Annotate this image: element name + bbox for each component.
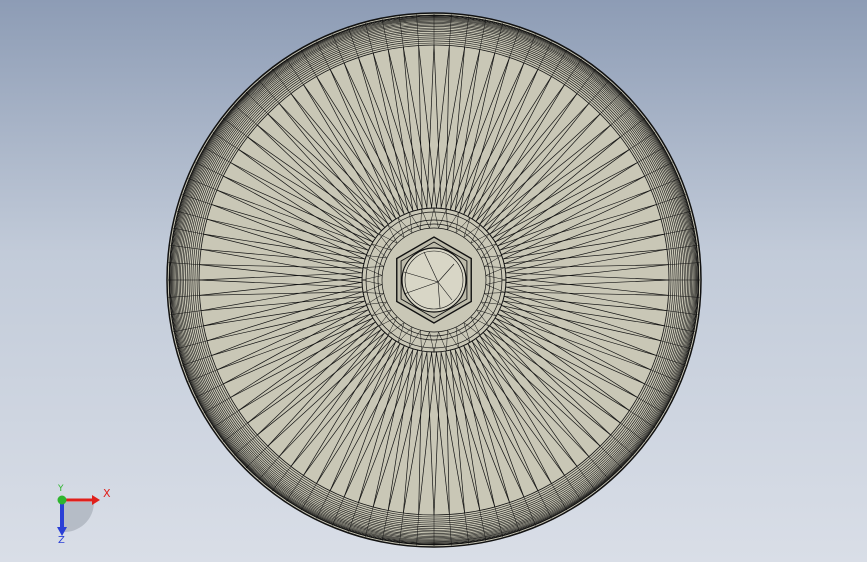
y-axis-label: Y	[57, 484, 64, 494]
y-axis-dot	[57, 495, 67, 505]
z-axis-label: Z	[58, 535, 65, 544]
wheel-model-wireframe[interactable]	[0, 0, 867, 562]
x-axis-head	[92, 495, 100, 505]
graphics-viewport[interactable]: X Y Z	[0, 0, 867, 562]
triad-shadow	[62, 502, 95, 533]
x-axis-label: X	[103, 487, 111, 500]
coordinate-triad: X Y Z	[57, 484, 111, 544]
center-bore	[401, 247, 467, 313]
